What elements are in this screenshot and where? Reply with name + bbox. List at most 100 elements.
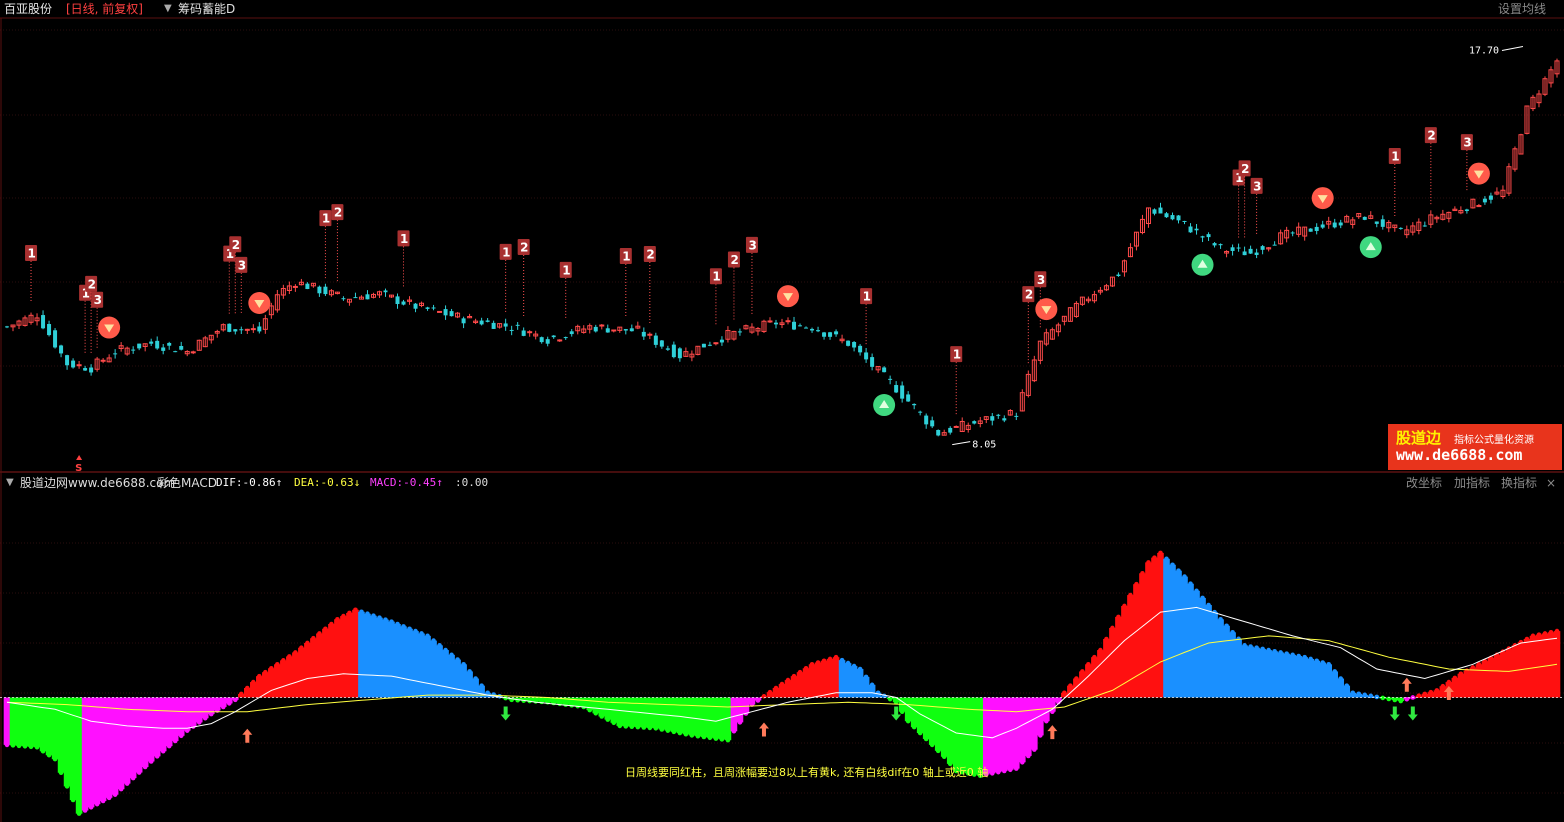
macd-bar xyxy=(1277,652,1284,698)
candle-body xyxy=(990,416,995,421)
macd-bar xyxy=(400,626,407,698)
macd-bar-cap xyxy=(263,669,268,675)
macd-bar-cap xyxy=(365,611,370,617)
macd-bar xyxy=(460,664,467,698)
macd-bar xyxy=(742,697,750,714)
macd-bar-cap xyxy=(647,725,653,731)
sell-marker-label: S xyxy=(75,463,82,474)
macd-bar xyxy=(310,638,317,698)
candle-body xyxy=(1194,228,1199,231)
candle-body xyxy=(822,332,827,337)
macd-bar xyxy=(1127,595,1134,698)
candle-body xyxy=(972,421,977,424)
macd-bar xyxy=(436,645,443,698)
macd-bar-cap xyxy=(1266,647,1271,653)
macd-bar-cap xyxy=(1007,767,1013,773)
macd-bar xyxy=(1313,660,1320,698)
candle-body xyxy=(47,324,52,336)
macd-bar-cap xyxy=(1134,581,1139,587)
macd-bar-cap xyxy=(641,725,647,730)
macd-bar xyxy=(904,697,912,722)
candle-body xyxy=(1314,226,1319,231)
candle-body xyxy=(1380,219,1385,227)
macd-bar-cap xyxy=(437,643,442,648)
macd-bar-cap xyxy=(1524,636,1530,642)
macd-bar xyxy=(117,697,125,790)
candle-body xyxy=(1464,209,1469,212)
macd-bar xyxy=(1463,670,1471,698)
candle-body xyxy=(1152,209,1157,214)
macd-bar-cap xyxy=(1536,632,1542,637)
chart-canvas[interactable]: 17.708.05S11231231 211 211 21231123123123 xyxy=(0,0,1564,822)
macd-bar-cap xyxy=(335,616,340,622)
macd-bar xyxy=(346,612,353,698)
macd-bar-cap xyxy=(1140,570,1145,576)
macd-bar xyxy=(388,621,395,698)
macd-bar xyxy=(159,697,167,752)
macd-bar-cap xyxy=(455,657,460,662)
candle-body xyxy=(912,403,917,406)
macd-bar-cap xyxy=(118,786,124,792)
macd-bar-cap xyxy=(713,736,719,741)
macd-bar xyxy=(1205,605,1212,698)
candle-body xyxy=(1218,244,1223,246)
macd-bar xyxy=(910,697,918,728)
candle-body xyxy=(425,307,430,309)
candle-body xyxy=(719,339,724,343)
macd-bar-cap xyxy=(136,770,142,775)
change-axis-button[interactable]: 改坐标 xyxy=(1406,474,1442,492)
candle-body xyxy=(323,286,328,295)
macd-bar-cap xyxy=(347,610,352,616)
macd-bar xyxy=(658,697,666,730)
macd-bar xyxy=(394,624,401,698)
macd-bar-cap xyxy=(275,661,280,667)
change-indicator-button[interactable]: 换指标 xyxy=(1501,474,1537,492)
macd-bar xyxy=(1247,646,1254,698)
macd-bar xyxy=(1217,619,1224,698)
macd-bar xyxy=(646,697,654,728)
macd-bar xyxy=(3,697,11,745)
signal-label: 1 xyxy=(1391,149,1399,163)
macd-bar-cap xyxy=(64,784,70,789)
dropdown-arrow-icon[interactable]: ▼ xyxy=(6,474,14,492)
signal-label: 2 xyxy=(520,240,528,254)
macd-bar-cap xyxy=(863,674,869,680)
macd-bar xyxy=(274,664,281,698)
macd-bar xyxy=(27,697,35,747)
candle-body xyxy=(653,335,658,345)
candle-body xyxy=(41,315,46,329)
macd-bar-cap xyxy=(1200,595,1205,601)
candle-body xyxy=(515,324,520,326)
zero-value: :0.00 xyxy=(455,476,489,489)
macd-bar xyxy=(1031,697,1038,750)
close-icon[interactable]: × xyxy=(1546,474,1556,492)
sell-arrow-icon xyxy=(76,455,83,460)
macd-bar xyxy=(165,697,173,747)
macd-bar xyxy=(1097,650,1104,698)
macd-bar-cap xyxy=(124,781,130,786)
macd-bar xyxy=(51,697,59,760)
macd-bar xyxy=(1139,573,1146,698)
macd-bar-cap xyxy=(1128,592,1133,598)
candle-body xyxy=(1320,224,1325,228)
add-indicator-button[interactable]: 加指标 xyxy=(1454,474,1490,492)
macd-bar xyxy=(63,697,71,787)
macd-bar-cap xyxy=(1464,668,1470,673)
macd-bar xyxy=(1295,656,1302,698)
macd-bar-cap xyxy=(1446,679,1452,685)
macd-bar-cap xyxy=(431,638,436,643)
macd-bar-cap xyxy=(803,665,809,671)
candle-body xyxy=(383,290,388,293)
macd-bar xyxy=(1301,657,1308,698)
macd-bar xyxy=(988,697,996,774)
candle-body xyxy=(1308,228,1313,232)
macd-bar-cap xyxy=(1542,631,1548,636)
macd-bar xyxy=(376,617,383,698)
macd-bar xyxy=(1493,654,1501,698)
candle-body xyxy=(1332,222,1337,228)
candle-body xyxy=(593,326,598,332)
candle-body xyxy=(527,331,533,334)
candle-body xyxy=(365,294,370,300)
macd-bar xyxy=(1271,651,1278,698)
candle-body xyxy=(59,345,64,354)
